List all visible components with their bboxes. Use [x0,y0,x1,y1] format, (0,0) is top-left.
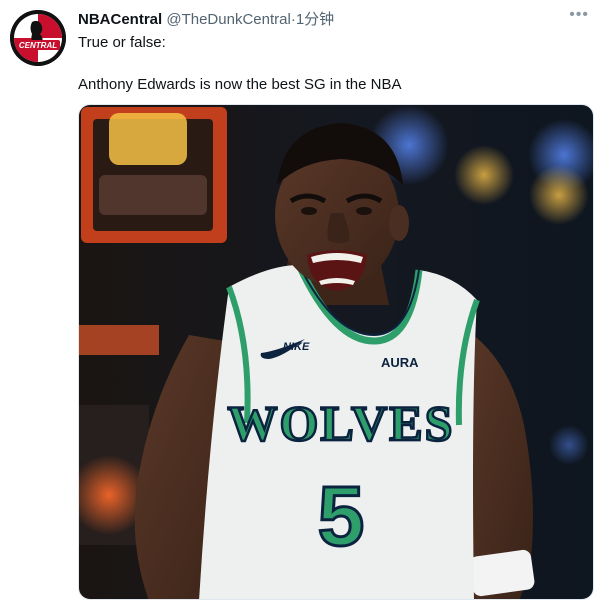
tweet-photo[interactable]: NIKE AURA WOLVES 5 [78,104,594,600]
tweet-text-line-2: Anthony Edwards is now the best SG in th… [78,76,402,93]
sponsor-text: AURA [381,355,419,370]
player-photo-illustration: NIKE AURA WOLVES 5 [79,105,593,599]
avatar[interactable]: CENTRAL [10,10,66,66]
brand-text: NIKE [283,341,310,353]
user-handle[interactable]: @TheDunkCentral [166,11,290,28]
jersey-text: WOLVES [228,395,455,451]
tweet-header: NBACentral @TheDunkCentral·1分钟 [78,8,334,29]
avatar-label: CENTRAL [19,41,57,50]
jersey-number: 5 [318,469,365,563]
nbacentral-logo: CENTRAL [10,10,66,66]
more-horizontal-icon[interactable]: ••• [569,6,589,24]
display-name[interactable]: NBACentral [78,11,162,28]
tweet-text-line-1: True or false: [78,34,166,51]
timestamp[interactable]: 1分钟 [296,11,334,28]
